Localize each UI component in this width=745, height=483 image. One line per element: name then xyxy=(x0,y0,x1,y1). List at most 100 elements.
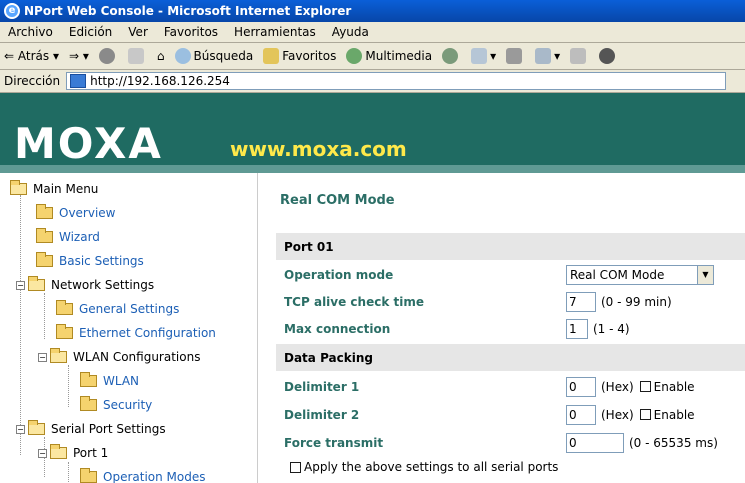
page-title: Real COM Mode xyxy=(280,193,395,208)
force-transmit-hint: (0 - 65535 ms) xyxy=(629,435,718,450)
tcp-alive-row: TCP alive check time 7 (0 - 99 min) xyxy=(276,288,745,315)
menu-favoritos[interactable]: Favoritos xyxy=(164,25,218,39)
collapse-icon[interactable]: − xyxy=(38,352,47,362)
data-packing-header: Data Packing xyxy=(276,344,745,371)
search-icon xyxy=(174,48,191,64)
tree-line xyxy=(68,365,69,407)
folder-open-icon xyxy=(28,276,45,291)
delimiter-2-enable-label: Enable xyxy=(653,407,695,422)
operation-mode-row: Operation mode Real COM Mode ▼ xyxy=(276,261,745,288)
sidebar-item-network-settings[interactable]: − Network Settings xyxy=(16,275,154,295)
delimiter-2-row: Delimiter 2 0 (Hex) Enable xyxy=(276,401,745,428)
sidebar-item-security[interactable]: Security xyxy=(80,395,152,415)
history-button[interactable] xyxy=(442,48,461,64)
sidebar-tree: Main Menu Overview Wizard Basic Settings… xyxy=(0,173,258,483)
moxa-site-link[interactable]: www.moxa.com xyxy=(230,137,407,161)
print-button[interactable] xyxy=(506,48,525,64)
refresh-button[interactable] xyxy=(127,48,147,64)
collapse-icon[interactable]: − xyxy=(16,424,25,434)
address-url: http://192.168.126.254 xyxy=(90,74,230,88)
folder-icon xyxy=(36,204,53,219)
forward-button[interactable]: ⇒ ▾ xyxy=(69,49,89,63)
sidebar-item-operation-modes[interactable]: Operation Modes xyxy=(80,467,205,483)
sidebar-item-serial-port-settings[interactable]: − Serial Port Settings xyxy=(16,419,166,439)
home-button[interactable]: ⌂ xyxy=(157,49,165,63)
delimiter-2-label: Delimiter 2 xyxy=(284,407,360,422)
menu-edicion[interactable]: Edición xyxy=(69,25,112,39)
sidebar-item-general-settings[interactable]: General Settings xyxy=(56,299,179,319)
delimiter-1-row: Delimiter 1 0 (Hex) Enable xyxy=(276,373,745,400)
menu-herramientas[interactable]: Herramientas xyxy=(234,25,316,39)
browser-toolbar: ⇐ Atrás ▾ ⇒ ▾ ⌂ Búsqueda Favoritos Multi… xyxy=(0,43,745,70)
back-button[interactable]: ⇐ Atrás ▾ xyxy=(4,49,59,63)
tree-line xyxy=(44,293,45,339)
media-icon xyxy=(346,48,363,64)
operation-mode-label: Operation mode xyxy=(284,267,394,282)
window-title: NPort Web Console - Microsoft Internet E… xyxy=(24,4,352,18)
tree-line xyxy=(20,195,21,455)
print-icon xyxy=(506,48,523,64)
folder-open-icon xyxy=(50,348,67,363)
back-arrow-icon: ⇐ xyxy=(4,49,15,63)
delimiter-1-enable-checkbox[interactable] xyxy=(639,381,651,392)
page-icon xyxy=(70,74,87,88)
moxa-banner: MOXA www.moxa.com xyxy=(0,93,745,173)
operation-mode-select[interactable]: Real COM Mode ▼ xyxy=(566,264,714,285)
max-connection-input[interactable]: 1 xyxy=(566,318,588,339)
apply-all-ports-checkbox[interactable] xyxy=(290,461,301,473)
force-transmit-row: Force transmit 0 (0 - 65535 ms) xyxy=(276,429,745,456)
discuss-button[interactable] xyxy=(570,48,589,64)
banner-strip xyxy=(0,165,745,173)
force-transmit-input[interactable]: 0 xyxy=(566,432,624,453)
delimiter-1-input[interactable]: 0 xyxy=(566,376,596,397)
folder-open-icon xyxy=(28,420,45,435)
address-input[interactable]: http://192.168.126.254 xyxy=(66,72,727,90)
delimiter-2-enable-checkbox[interactable] xyxy=(639,409,651,420)
menu-ayuda[interactable]: Ayuda xyxy=(332,25,369,39)
folder-icon xyxy=(36,252,53,267)
sidebar-item-main-menu[interactable]: Main Menu xyxy=(10,179,98,199)
media-button[interactable]: Multimedia xyxy=(346,48,432,64)
sidebar-item-basic-settings[interactable]: Basic Settings xyxy=(36,251,144,271)
collapse-icon[interactable]: − xyxy=(16,280,25,290)
max-connection-row: Max connection 1 (1 - 4) xyxy=(276,315,745,342)
stop-icon xyxy=(98,48,115,64)
edit-icon xyxy=(535,48,552,64)
port-header: Port 01 xyxy=(276,233,745,260)
folder-icon xyxy=(56,300,73,315)
moxa-logo: MOXA xyxy=(14,119,163,168)
menu-ver[interactable]: Ver xyxy=(128,25,148,39)
refresh-icon xyxy=(127,48,144,64)
tree-line xyxy=(68,462,69,482)
dropdown-arrow-icon[interactable]: ▼ xyxy=(697,265,713,284)
folder-open-icon xyxy=(10,180,27,195)
home-icon: ⌂ xyxy=(156,49,165,63)
folder-icon xyxy=(56,324,73,339)
sidebar-item-ethernet-configuration[interactable]: Ethernet Configuration xyxy=(56,323,216,343)
menu-archivo[interactable]: Archivo xyxy=(8,25,53,39)
tcp-alive-label: TCP alive check time xyxy=(284,294,424,309)
delimiter-2-input[interactable]: 0 xyxy=(566,404,596,425)
edit-button[interactable]: ▾ xyxy=(535,48,560,64)
ie-logo-icon: e xyxy=(4,3,20,19)
history-icon xyxy=(442,48,459,64)
folder-icon xyxy=(80,468,97,483)
search-button[interactable]: Búsqueda xyxy=(174,48,253,64)
tcp-alive-input[interactable]: 7 xyxy=(566,291,596,312)
favorites-icon xyxy=(263,48,280,64)
sidebar-item-overview[interactable]: Overview xyxy=(36,203,116,223)
favorites-button[interactable]: Favoritos xyxy=(263,48,336,64)
tcp-alive-hint: (0 - 99 min) xyxy=(601,294,672,309)
mail-button[interactable]: ▾ xyxy=(471,48,496,64)
stop-button[interactable] xyxy=(98,48,118,64)
forward-arrow-icon: ⇒ ▾ xyxy=(68,49,89,63)
sidebar-item-wizard[interactable]: Wizard xyxy=(36,227,100,247)
main-content: Real COM Mode Port 01 Operation mode Rea… xyxy=(262,173,745,483)
sidebar-item-wlan[interactable]: WLAN xyxy=(80,371,139,391)
messenger-button[interactable] xyxy=(599,48,618,64)
sidebar-item-port-1[interactable]: − Port 1 xyxy=(38,443,108,463)
folder-icon xyxy=(80,396,97,411)
folder-icon xyxy=(80,372,97,387)
collapse-icon[interactable]: − xyxy=(38,448,47,458)
sidebar-item-wlan-configurations[interactable]: − WLAN Configurations xyxy=(38,347,200,367)
